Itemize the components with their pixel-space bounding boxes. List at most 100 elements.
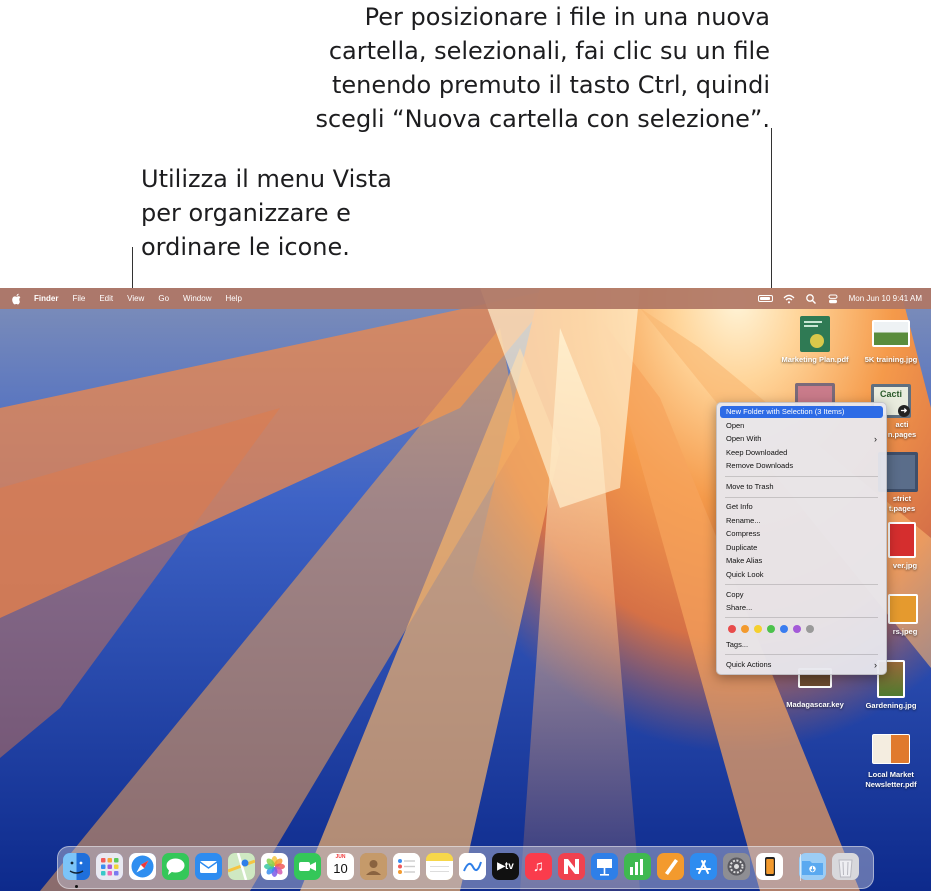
menu-item-remove-downloads[interactable]: Remove Downloads bbox=[720, 460, 883, 472]
wifi-icon[interactable] bbox=[783, 293, 795, 305]
iphone-mirroring-icon[interactable] bbox=[756, 853, 783, 880]
callout-line: cartella, selezionali, fai clic su un fi… bbox=[328, 37, 770, 65]
menu-separator bbox=[725, 617, 878, 618]
desktop-file-label: Newsletter.pdf bbox=[865, 779, 917, 789]
menu-item-compress[interactable]: Compress bbox=[720, 528, 883, 540]
tag-color-dot[interactable] bbox=[741, 625, 749, 633]
menu-item-label: Open With bbox=[726, 434, 762, 443]
control-center-icon[interactable] bbox=[827, 293, 839, 305]
menu-separator bbox=[725, 654, 878, 655]
callout-line: tenendo premuto il tasto Ctrl, quindi bbox=[331, 71, 770, 99]
desktop-file-label: rs.jpeg bbox=[892, 627, 918, 636]
notes-icon[interactable] bbox=[426, 853, 453, 880]
menu-item-rename[interactable]: Rename... bbox=[720, 515, 883, 527]
menu-item-share[interactable]: Share... bbox=[720, 602, 883, 614]
menu-item-open[interactable]: Open bbox=[720, 420, 883, 432]
safari-icon[interactable] bbox=[129, 853, 156, 880]
menu-edit[interactable]: Edit bbox=[92, 288, 120, 309]
desktop-file-marketing-plan[interactable]: Marketing Plan.pdf bbox=[780, 316, 850, 365]
menu-item-quick-actions[interactable]: Quick Actions › bbox=[720, 659, 883, 671]
menu-item-copy[interactable]: Copy bbox=[720, 589, 883, 601]
finder-icon[interactable] bbox=[63, 853, 90, 880]
desktop-file-label: n.pages bbox=[887, 429, 917, 439]
menu-item-label: Quick Actions bbox=[726, 660, 772, 669]
pdf-thumbnail-icon bbox=[800, 316, 830, 352]
desktop-file-label: acti bbox=[895, 420, 909, 429]
menu-finder[interactable]: Finder bbox=[27, 288, 65, 309]
tag-color-dot[interactable] bbox=[754, 625, 762, 633]
menu-item-get-info[interactable]: Get Info bbox=[720, 501, 883, 513]
callout-line: ordinare le icone. bbox=[141, 233, 350, 261]
app-store-icon[interactable] bbox=[690, 853, 717, 880]
context-menu: New Folder with Selection (3 Items) Open… bbox=[716, 402, 887, 675]
pages-icon[interactable] bbox=[657, 853, 684, 880]
menu-separator bbox=[725, 497, 878, 498]
menu-go[interactable]: Go bbox=[151, 288, 176, 309]
menu-item-new-folder-with-selection[interactable]: New Folder with Selection (3 Items) bbox=[720, 406, 883, 418]
menu-item-open-with[interactable]: Open With › bbox=[720, 433, 883, 445]
menu-item-duplicate[interactable]: Duplicate bbox=[720, 542, 883, 554]
calendar-day: 10 bbox=[333, 861, 348, 876]
leader-line-left bbox=[132, 247, 133, 291]
desktop-file-local-market[interactable]: Local Market Newsletter.pdf bbox=[856, 734, 926, 789]
dock-separator bbox=[800, 854, 801, 881]
menu-item-make-alias[interactable]: Make Alias bbox=[720, 555, 883, 567]
tag-color-dot[interactable] bbox=[793, 625, 801, 633]
desktop-file-label: ver.jpg bbox=[892, 561, 918, 570]
photo-thumbnail-icon bbox=[888, 522, 916, 558]
menu-item-quick-look[interactable]: Quick Look bbox=[720, 569, 883, 581]
maps-icon[interactable] bbox=[228, 853, 255, 880]
desktop-screen: Finder File Edit View Go Window Help Mon… bbox=[0, 288, 931, 891]
downloads-folder-icon[interactable] bbox=[799, 853, 826, 880]
tag-color-dot[interactable] bbox=[806, 625, 814, 633]
menu-bar-clock[interactable]: Mon Jun 10 9:41 AM bbox=[849, 288, 922, 309]
contacts-icon[interactable] bbox=[360, 853, 387, 880]
tag-color-dot[interactable] bbox=[728, 625, 736, 633]
calendar-icon[interactable]: JUN 10 bbox=[327, 853, 354, 880]
callout-line: per organizzare e bbox=[141, 199, 351, 227]
menu-window[interactable]: Window bbox=[176, 288, 218, 309]
menu-item-move-to-trash[interactable]: Move to Trash bbox=[720, 481, 883, 493]
photos-icon[interactable] bbox=[261, 853, 288, 880]
callout-line: Utilizza il menu Vista bbox=[141, 165, 392, 193]
news-icon[interactable] bbox=[558, 853, 585, 880]
battery-icon[interactable] bbox=[757, 295, 773, 302]
arrow-badge-icon: ➜ bbox=[898, 405, 910, 417]
numbers-icon[interactable] bbox=[624, 853, 651, 880]
spotlight-search-icon[interactable] bbox=[805, 293, 817, 305]
mail-icon[interactable] bbox=[195, 853, 222, 880]
messages-icon[interactable] bbox=[162, 853, 189, 880]
keynote-icon[interactable] bbox=[591, 853, 618, 880]
menu-item-keep-downloaded[interactable]: Keep Downloaded bbox=[720, 447, 883, 459]
callout-new-folder: Per posizionare i file in una nuova cart… bbox=[250, 0, 770, 136]
callout-line: scegli “Nuova cartella con selezione”. bbox=[315, 105, 770, 133]
tag-color-dot[interactable] bbox=[767, 625, 775, 633]
calendar-month: JUN bbox=[335, 854, 346, 860]
menu-separator bbox=[725, 476, 878, 477]
music-icon[interactable]: ♫ bbox=[525, 853, 552, 880]
launchpad-icon[interactable] bbox=[96, 853, 123, 880]
menu-separator bbox=[725, 584, 878, 585]
photo-thumbnail-icon bbox=[872, 320, 910, 347]
pages-thumbnail-text: Cacti bbox=[879, 389, 902, 399]
reminders-icon[interactable] bbox=[393, 853, 420, 880]
desktop-file-label: Local Market bbox=[868, 770, 914, 779]
freeform-icon[interactable] bbox=[459, 853, 486, 880]
desktop-file-label: t.pages bbox=[888, 503, 916, 513]
desktop-file-5k-training[interactable]: 5K training.jpg bbox=[856, 320, 926, 365]
callout-line: Per posizionare i file in una nuova bbox=[364, 3, 770, 31]
apple-menu-icon[interactable] bbox=[12, 293, 22, 305]
menu-file[interactable]: File bbox=[65, 288, 92, 309]
menu-help[interactable]: Help bbox=[218, 288, 248, 309]
trash-icon[interactable] bbox=[832, 853, 859, 880]
desktop-file-label: Gardening.jpg bbox=[865, 701, 917, 710]
system-settings-icon[interactable] bbox=[723, 853, 750, 880]
menu-item-tags[interactable]: Tags... bbox=[720, 639, 883, 651]
tv-icon[interactable]: ▶tv bbox=[492, 853, 519, 880]
tag-color-dot[interactable] bbox=[780, 625, 788, 633]
menu-view[interactable]: View bbox=[120, 288, 151, 309]
facetime-icon[interactable] bbox=[294, 853, 321, 880]
photo-thumbnail-icon bbox=[888, 594, 918, 624]
running-indicator bbox=[75, 885, 78, 888]
chevron-right-icon: › bbox=[874, 660, 877, 670]
